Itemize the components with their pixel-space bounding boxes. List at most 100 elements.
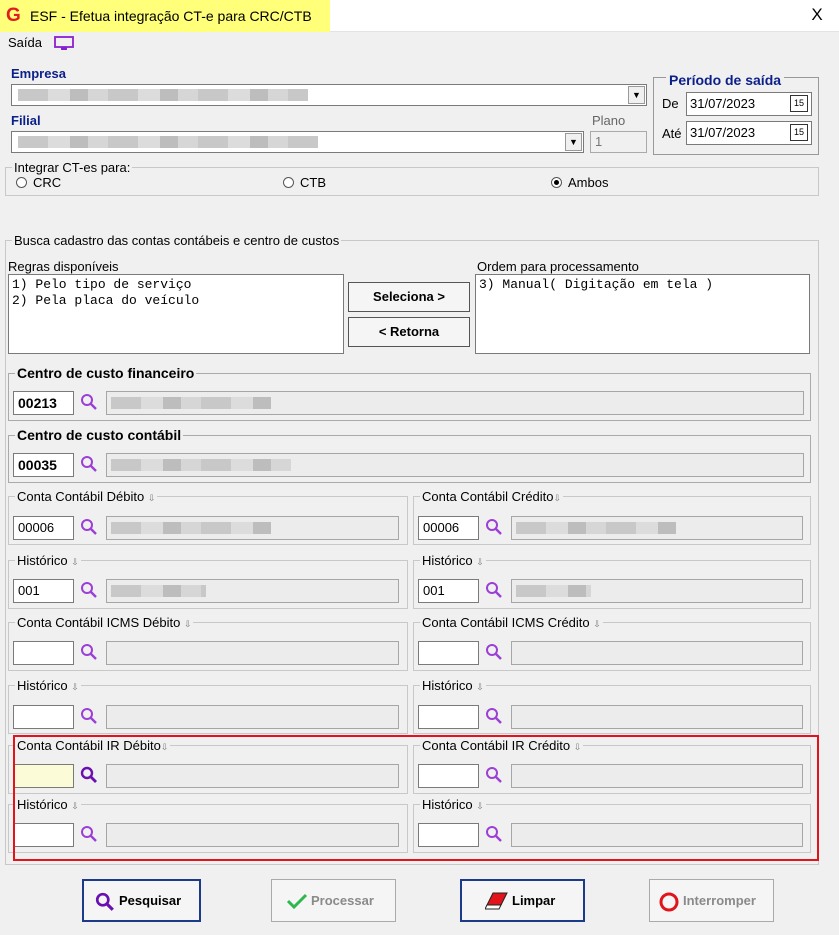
centro-financeiro-legend: Centro de custo financeiro <box>17 365 195 381</box>
check-icon <box>286 893 308 910</box>
magnifier-icon[interactable] <box>80 643 98 661</box>
logo-g-icon: G <box>6 5 21 26</box>
regras-list[interactable]: 1) Pelo tipo de serviço 2) Pela placa do … <box>8 274 344 354</box>
magnifier-icon[interactable] <box>485 518 503 536</box>
magnifier-icon[interactable] <box>80 581 98 599</box>
interromper-label: Interromper <box>683 893 756 908</box>
menu-bar <box>0 32 839 54</box>
magnifier-icon <box>95 892 114 911</box>
filial-combo[interactable]: ▼ <box>11 131 584 153</box>
magnifier-icon[interactable] <box>80 518 98 536</box>
seleciona-button[interactable]: Seleciona > <box>348 282 470 312</box>
limpar-label: Limpar <box>512 893 556 908</box>
centro-contabil-desc <box>106 453 804 477</box>
magnifier-icon[interactable] <box>485 643 503 661</box>
desc-redacted <box>111 459 291 471</box>
date-to-value: 31/07/2023 <box>690 125 756 140</box>
historico-credito-desc <box>511 579 803 603</box>
radio-ambos-label: Ambos <box>568 175 609 190</box>
close-icon[interactable]: X <box>806 5 828 27</box>
list-item[interactable]: 2) Pela placa do veículo <box>12 293 340 309</box>
radio-dot <box>16 177 27 188</box>
radio-ctb-label: CTB <box>300 175 326 190</box>
plano-label: Plano <box>592 113 626 128</box>
list-item[interactable]: 3) Manual( Digitação em tela ) <box>479 277 806 293</box>
desc-redacted <box>111 397 271 409</box>
desc-redacted <box>111 522 271 534</box>
radio-ambos[interactable]: Ambos <box>551 175 608 190</box>
ordem-label: Ordem para processamento <box>477 259 639 274</box>
empresa-combo[interactable]: ▼ <box>11 84 647 106</box>
busca-legend: Busca cadastro das contas contábeis e ce… <box>14 233 340 248</box>
conta-debito-legend: Conta Contábil Débito ⇩ <box>17 489 156 504</box>
icms-debito-code[interactable] <box>13 641 74 665</box>
calendar-icon[interactable]: 15 <box>790 124 808 141</box>
historico-icms-credito-code[interactable] <box>418 705 479 729</box>
historico-icms-debito-legend: Histórico ⇩ <box>17 678 79 693</box>
desc-redacted <box>516 522 676 534</box>
radio-crc[interactable]: CRC <box>16 175 61 190</box>
regras-label: Regras disponíveis <box>8 259 119 274</box>
eraser-icon <box>485 892 508 910</box>
icms-credito-code[interactable] <box>418 641 479 665</box>
ordem-list[interactable]: 3) Manual( Digitação em tela ) <box>475 274 810 354</box>
filial-label: Filial <box>11 113 41 128</box>
monitor-icon[interactable] <box>54 36 74 51</box>
chevron-down-icon[interactable]: ▼ <box>628 86 645 104</box>
magnifier-icon[interactable] <box>485 581 503 599</box>
conta-debito-code[interactable]: 00006 <box>13 516 74 540</box>
integrar-group: Integrar CT-es para: <box>5 160 819 196</box>
icms-debito-legend: Conta Contábil ICMS Débito ⇩ <box>17 615 192 630</box>
radio-ctb[interactable]: CTB <box>283 175 326 190</box>
historico-debito-desc <box>106 579 399 603</box>
centro-financeiro-desc <box>106 391 804 415</box>
icms-credito-desc <box>511 641 803 665</box>
pesquisar-label: Pesquisar <box>119 893 182 908</box>
limpar-button[interactable]: Limpar <box>460 879 585 922</box>
date-from-value: 31/07/2023 <box>690 96 756 111</box>
historico-credito-legend: Histórico ⇩ <box>422 553 484 568</box>
stop-icon <box>659 892 679 912</box>
radio-dot-selected <box>551 177 562 188</box>
magnifier-icon[interactable] <box>80 455 98 473</box>
historico-icms-debito-code[interactable] <box>13 705 74 729</box>
retorna-button[interactable]: < Retorna <box>348 317 470 347</box>
window-title: ESF - Efetua integração CT-e para CRC/CT… <box>30 8 312 24</box>
conta-debito-desc <box>106 516 399 540</box>
desc-redacted <box>516 585 591 597</box>
filial-value-redacted <box>18 136 318 148</box>
magnifier-icon[interactable] <box>485 707 503 725</box>
historico-credito-code[interactable]: 001 <box>418 579 479 603</box>
list-item[interactable]: 1) Pelo tipo de serviço <box>12 277 340 293</box>
magnifier-icon[interactable] <box>80 393 98 411</box>
centro-contabil-code[interactable]: 00035 <box>13 453 74 477</box>
interromper-button[interactable]: Interromper <box>649 879 774 922</box>
pesquisar-button[interactable]: Pesquisar <box>82 879 201 922</box>
historico-debito-legend: Histórico ⇩ <box>17 553 79 568</box>
processar-label: Processar <box>311 893 374 908</box>
chevron-down-icon[interactable]: ▼ <box>565 133 582 151</box>
conta-credito-legend: Conta Contábil Crédito⇩ <box>422 489 562 504</box>
empresa-value-redacted <box>18 89 308 101</box>
historico-icms-credito-desc <box>511 705 803 729</box>
ate-label: Até <box>662 126 682 141</box>
empresa-label: Empresa <box>11 66 66 81</box>
menu-saida[interactable]: Saída <box>8 35 42 50</box>
calendar-icon[interactable]: 15 <box>790 95 808 112</box>
conta-credito-desc <box>511 516 803 540</box>
de-label: De <box>662 96 679 111</box>
centro-financeiro-code[interactable]: 00213 <box>13 391 74 415</box>
magnifier-icon[interactable] <box>80 707 98 725</box>
processar-button[interactable]: Processar <box>271 879 396 922</box>
icms-debito-desc <box>106 641 399 665</box>
plano-field: 1 <box>590 131 647 153</box>
historico-icms-debito-desc <box>106 705 399 729</box>
desc-redacted <box>111 585 206 597</box>
historico-debito-code[interactable]: 001 <box>13 579 74 603</box>
historico-icms-credito-legend: Histórico ⇩ <box>422 678 484 693</box>
conta-credito-code[interactable]: 00006 <box>418 516 479 540</box>
radio-dot <box>283 177 294 188</box>
radio-crc-label: CRC <box>33 175 62 190</box>
periodo-title: Período de saída <box>666 72 785 88</box>
integrar-legend: Integrar CT-es para: <box>14 160 131 175</box>
